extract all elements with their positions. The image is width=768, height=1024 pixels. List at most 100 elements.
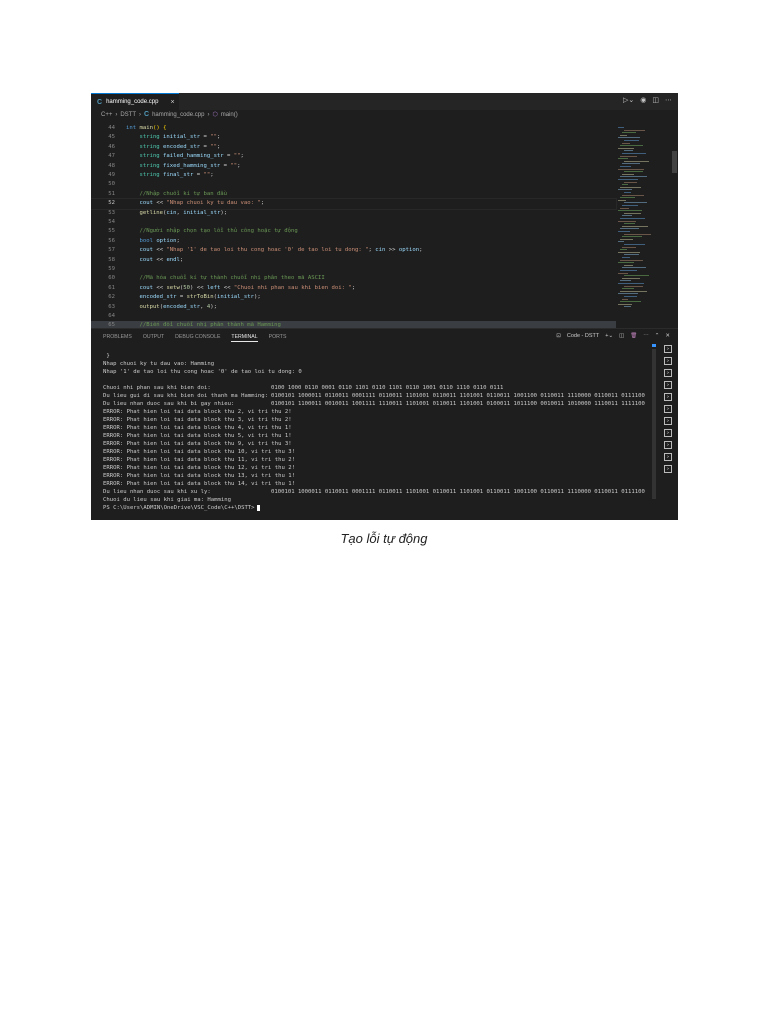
minimap-line	[624, 192, 631, 193]
code-line[interactable]: 51 //Nhập chuỗi kí tự ban đầu	[91, 190, 616, 199]
code-line[interactable]: 58 cout << endl;	[91, 256, 616, 265]
minimap-line	[620, 301, 641, 303]
code-line[interactable]: 52 cout << "Nhap chuoi ky tu dau vao: ";	[91, 198, 617, 210]
terminal-text: Chuoi nhi phan sau khi bien doi:	[103, 385, 211, 391]
tab-hamming-code[interactable]: C hamming_code.cpp ×	[91, 93, 179, 110]
tab-output[interactable]: OUTPUT	[143, 334, 164, 342]
minimap-line	[620, 207, 629, 209]
terminal-instance-icon[interactable]: >	[664, 429, 672, 437]
code-line[interactable]: 60 //Mã hóa chuỗi kí tự thành chuỗi nhị …	[91, 274, 616, 283]
split-terminal-icon[interactable]: ◫	[619, 333, 624, 339]
terminal-instance-icon[interactable]: >	[664, 441, 672, 449]
terminal-instance-icon[interactable]: >	[664, 405, 672, 413]
code-line[interactable]: 44 int main() {	[91, 124, 616, 133]
minimap-line	[624, 285, 643, 287]
breadcrumb-item[interactable]: C++	[101, 112, 112, 118]
code-line[interactable]: 61 cout << setw(50) << left << "Chuoi nh…	[91, 284, 616, 293]
code-token: ;	[351, 284, 356, 291]
code-line[interactable]: 62 encoded_str = strToBin(initial_str);	[91, 293, 616, 302]
close-icon[interactable]: ×	[170, 99, 174, 106]
binary-value: 0100101 1000011 0110011 0001111 0110011 …	[271, 393, 645, 399]
code-text: getline(cin, initial_str);	[126, 209, 227, 218]
code-line[interactable]: 46 string encoded_str = "";	[91, 143, 616, 152]
binary-value: 0100101 1100011 0010011 1001111 1110011 …	[271, 401, 645, 407]
terminal-text: ERROR: Phat hien loi tai data block thu …	[103, 417, 292, 423]
code-line[interactable]: 55 //Người nhập chọn tạo lỗi thủ công ho…	[91, 227, 616, 236]
terminal-output[interactable]: } Nhap chuoi ky tu dau vao: Hamming Nhap '…	[103, 352, 645, 512]
terminal-instance-icon[interactable]: >	[664, 369, 672, 377]
code-token: option	[398, 247, 420, 254]
close-panel-icon[interactable]: ✕	[665, 333, 670, 339]
terminal-text: ERROR: Phat hien loi tai data block thu …	[103, 441, 292, 447]
terminal-line: ERROR: Phat hien loi tai data block thu …	[103, 424, 645, 432]
minimap-line	[618, 262, 634, 264]
code-token: ;	[176, 237, 180, 244]
terminal-text: ERROR: Phat hien loi tai data block thu …	[103, 465, 295, 471]
code-token: output	[126, 303, 160, 310]
code-line[interactable]: 56 bool option;	[91, 237, 616, 246]
code-line[interactable]: 49 string final_str = "";	[91, 171, 616, 180]
new-terminal-icon[interactable]: +⌄	[605, 333, 613, 339]
code-token: main	[139, 125, 153, 131]
code-line[interactable]: 45 string initial_str = "";	[91, 133, 616, 142]
code-line[interactable]: 59	[91, 265, 616, 274]
code-line[interactable]: 64	[91, 312, 616, 321]
minimap-line	[622, 288, 634, 290]
terminal-instance-icon[interactable]: >	[664, 345, 672, 353]
minimap-line	[618, 251, 640, 253]
terminal-instance-icon[interactable]: >	[664, 465, 672, 473]
breadcrumb-item[interactable]: main()	[221, 112, 238, 118]
minimap[interactable]	[616, 123, 678, 328]
binary-value: 0100101 1000011 0110011 0001111 0110011 …	[271, 489, 645, 495]
tab-debug-console[interactable]: DEBUG CONSOLE	[175, 334, 220, 342]
code-line[interactable]: 54	[91, 218, 616, 227]
line-number: 57	[108, 247, 115, 254]
terminal-instance-icon[interactable]: >	[664, 453, 672, 461]
terminal-instance-icon[interactable]: >	[664, 417, 672, 425]
terminal-name[interactable]: Code - DSTT	[567, 333, 599, 339]
minimap-line	[620, 218, 645, 219]
minimap-line	[624, 129, 645, 131]
code-line[interactable]: 57 cout << "Nhap '1' de tao loi thu cong…	[91, 246, 616, 255]
code-token: =	[220, 162, 231, 169]
terminal-text: Nhap '1' de tao loi thu cong hoac '0' de…	[103, 369, 302, 375]
split-editor-icon[interactable]: ◫	[652, 96, 659, 104]
tab-problems[interactable]: PROBLEMS	[103, 334, 132, 342]
trash-icon[interactable]: 🗑	[630, 333, 637, 339]
terminal-instance-icon[interactable]: >	[664, 393, 672, 401]
terminal-instance-icon[interactable]: >	[664, 357, 672, 365]
terminal-line: Chuoi du lieu sau khi giai ma: Hamming	[103, 496, 645, 504]
editor-scrollbar[interactable]	[672, 151, 677, 173]
more-icon[interactable]: ⋯	[665, 96, 672, 104]
code-editor[interactable]: 44 int main() {45 string initial_str = ""…	[91, 123, 617, 331]
line-number: 61	[108, 284, 115, 291]
code-line[interactable]: 47 string failed_hamming_str = "";	[91, 152, 616, 161]
settings-icon[interactable]: ◉	[640, 96, 646, 104]
code-text: cout << setw(50) << left << "Chuoi nhi p…	[126, 284, 355, 293]
code-line[interactable]: 50	[91, 180, 616, 189]
terminal-scrollbar[interactable]	[652, 344, 656, 499]
code-token: endl	[166, 256, 180, 263]
terminal-instance-icon[interactable]: >	[664, 381, 672, 389]
terminal-prompt[interactable]: PS C:\Users\ADMIN\OneDrive\VSC_Code\C++\…	[103, 504, 645, 512]
code-token: string	[126, 172, 164, 178]
code-line[interactable]: 63 output(encoded_str, 4);	[91, 303, 616, 312]
editor-actions: ▷⌄ ◉ ◫ ⋯	[623, 96, 672, 104]
more-icon[interactable]: ⋯	[643, 333, 649, 339]
line-number: 54	[108, 219, 115, 225]
tab-terminal[interactable]: TERMINAL	[231, 334, 258, 342]
breadcrumb-item[interactable]: DSTT	[120, 112, 136, 118]
tab-ports[interactable]: PORTS	[269, 334, 287, 342]
code-line[interactable]: 48 string fixed_hamming_str = "";	[91, 162, 616, 171]
code-line[interactable]: 53 getline(cin, initial_str);	[91, 209, 616, 218]
code-token: encoded_str	[126, 294, 177, 301]
maximize-panel-icon[interactable]: ⌃	[655, 333, 660, 339]
code-token: getline	[126, 209, 164, 216]
breadcrumb-item[interactable]: hamming_code.cpp	[152, 112, 204, 118]
minimap-line	[624, 181, 637, 183]
minimap-line	[622, 153, 646, 154]
code-token: bool	[126, 237, 157, 244]
run-icon[interactable]: ▷⌄	[623, 96, 634, 104]
terminal-text: Nhap chuoi ky tu dau vao: Hamming	[103, 361, 215, 367]
code-text: //Nhập chuỗi kí tự ban đầu	[126, 190, 227, 199]
